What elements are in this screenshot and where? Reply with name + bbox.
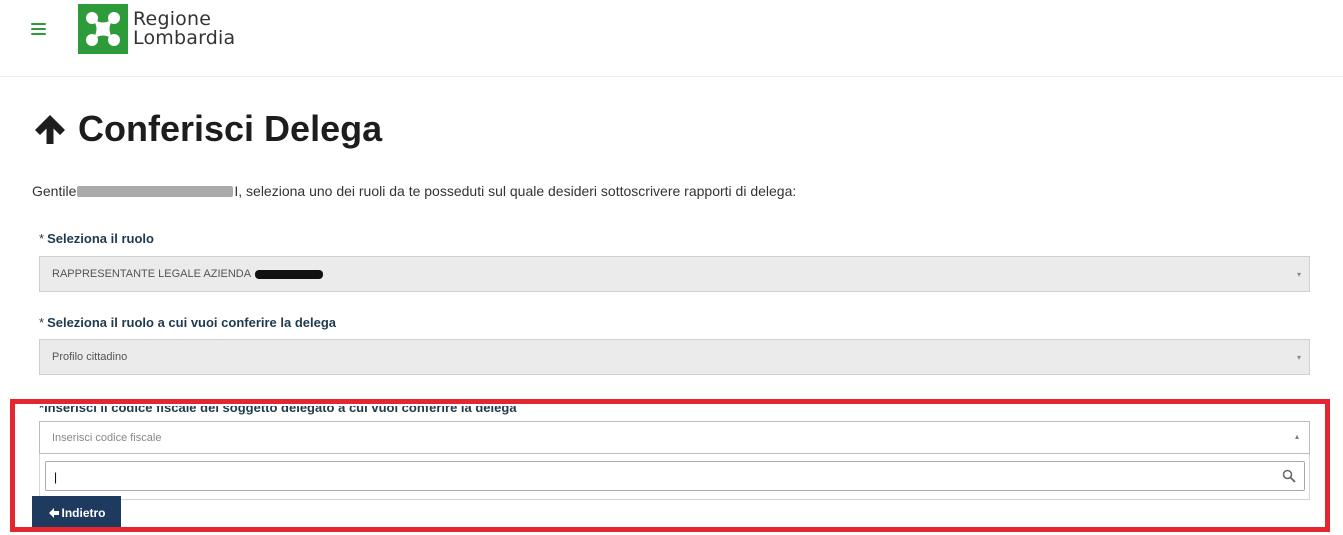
delegate-role-label: * Seleziona il ruolo a cui vuoi conferire… xyxy=(39,315,336,330)
required-mark: * xyxy=(39,231,45,246)
intro-prefix: Gentile xyxy=(32,183,77,199)
arrow-up-icon xyxy=(35,115,65,144)
highlight-box xyxy=(10,399,1330,532)
redacted-company xyxy=(255,269,324,279)
regione-lombardia-logo[interactable] xyxy=(78,4,128,54)
role-select[interactable]: RAPPRESENTANTE LEGALE AZIENDA ▾ xyxy=(39,256,1310,292)
intro-text: Gentile I, seleziona uno dei ruoli da te… xyxy=(32,183,796,199)
delegate-role-select-value: Profilo cittadino xyxy=(52,351,128,363)
logo-text[interactable]: Regione Lombardia xyxy=(133,10,235,48)
page-title: Conferisci Delega xyxy=(32,108,382,150)
rosa-camuna-icon xyxy=(78,4,128,54)
role-label: * Seleziona il ruolo xyxy=(39,231,154,246)
delegate-role-label-text: Seleziona il ruolo a cui vuoi conferire … xyxy=(47,315,337,330)
redacted-name xyxy=(77,185,234,197)
required-mark: * xyxy=(39,315,45,330)
delegate-role-select[interactable]: Profilo cittadino ▾ xyxy=(39,339,1310,375)
role-label-text: Seleziona il ruolo xyxy=(47,231,154,246)
hamburger-icon[interactable] xyxy=(31,22,46,35)
top-header: Regione Lombardia xyxy=(0,0,1343,77)
chevron-down-icon: ▾ xyxy=(1296,270,1301,279)
logo-line-2: Lombardia xyxy=(133,27,236,49)
chevron-down-icon: ▾ xyxy=(1296,353,1301,362)
intro-suffix: I, seleziona uno dei ruoli da te possedu… xyxy=(234,183,797,199)
page-title-text: Conferisci Delega xyxy=(78,108,383,149)
role-select-value: RAPPRESENTANTE LEGALE AZIENDA xyxy=(52,268,252,280)
